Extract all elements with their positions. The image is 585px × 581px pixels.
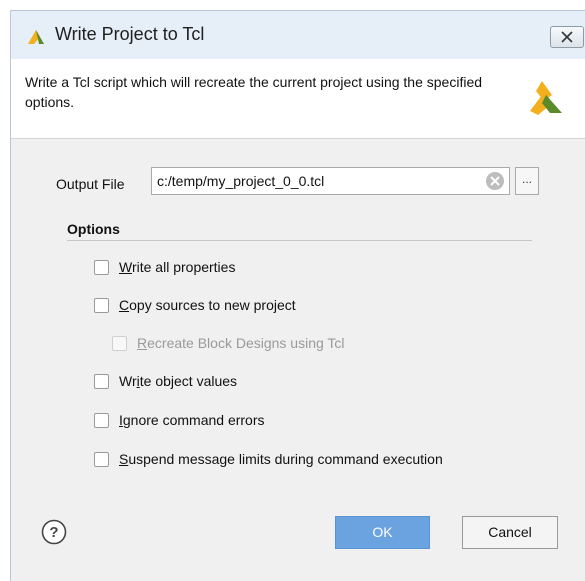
checkbox-box bbox=[112, 336, 127, 351]
output-file-label: Output File bbox=[56, 176, 125, 192]
checkbox-label[interactable]: Ignore command errors bbox=[119, 412, 265, 428]
close-button[interactable] bbox=[550, 26, 584, 48]
output-file-field[interactable] bbox=[151, 167, 510, 195]
options-divider bbox=[67, 240, 532, 241]
checkbox-label: Recreate Block Designs using Tcl bbox=[137, 335, 345, 351]
checkbox-box[interactable] bbox=[94, 374, 109, 389]
title-bar[interactable]: Write Project to Tcl bbox=[11, 11, 585, 59]
ok-button[interactable]: OK bbox=[335, 516, 430, 549]
close-icon bbox=[561, 31, 573, 43]
vivado-logo-icon bbox=[530, 81, 562, 115]
window-title: Write Project to Tcl bbox=[55, 24, 205, 44]
vivado-logo-icon bbox=[28, 30, 44, 44]
options-title: Options bbox=[67, 221, 120, 237]
checkbox-label[interactable]: Copy sources to new project bbox=[119, 297, 296, 313]
checkbox-box[interactable] bbox=[94, 452, 109, 467]
help-icon[interactable]: ? bbox=[41, 519, 67, 545]
checkbox-box[interactable] bbox=[94, 298, 109, 313]
dialog-window: Write Project to Tcl Write a Tcl script … bbox=[10, 10, 585, 581]
checkbox-label[interactable]: Suspend message limits during command ex… bbox=[119, 451, 443, 467]
browse-button[interactable]: ... bbox=[515, 167, 539, 195]
checkbox-box[interactable] bbox=[94, 413, 109, 428]
checkbox-label[interactable]: Write object values bbox=[119, 373, 237, 389]
header-panel: Write a Tcl script which will recreate t… bbox=[11, 59, 585, 139]
header-description: Write a Tcl script which will recreate t… bbox=[25, 74, 483, 110]
help-glyph: ? bbox=[49, 524, 58, 541]
checkbox-label[interactable]: Write all properties bbox=[119, 259, 235, 275]
cancel-button[interactable]: Cancel bbox=[462, 516, 558, 549]
checkbox-box[interactable] bbox=[94, 260, 109, 275]
clear-input-icon[interactable] bbox=[485, 171, 505, 191]
